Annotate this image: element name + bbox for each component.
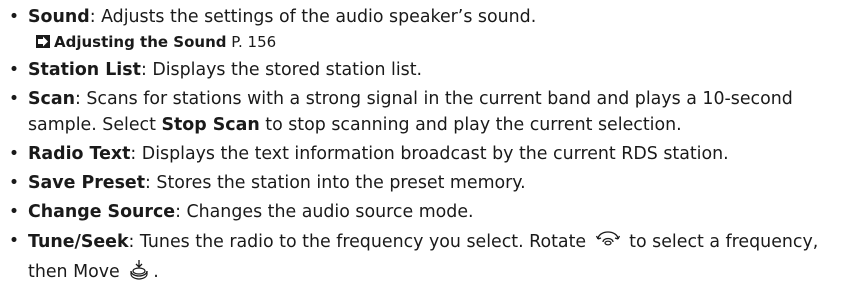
desc-radio-text: : Displays the text information broadcas… [130,144,729,164]
cross-reference[interactable]: Adjusting the Sound P. 156 [36,30,856,54]
bullet: • [8,231,20,251]
stop-scan-label: Stop Scan [161,115,260,135]
term-save-preset: Save Preset [28,173,146,193]
bullet: • [8,202,20,222]
desc-tune-seek-part1: : Tunes the radio to the frequency you s… [128,232,592,252]
desc-station-list: : Displays the stored station list. [140,60,423,80]
feature-list: • Sound: Adjusts the settings of the aud… [0,4,862,291]
bullet: • [8,89,20,109]
move-down-icon [128,258,150,288]
list-item-tune-seek: • Tune/Seek: Tunes the radio to the freq… [0,228,862,288]
rotate-knob-icon [595,228,621,258]
list-item-scan: • Scan: Scans for stations with a strong… [0,86,862,138]
list-item-save-preset: • Save Preset: Stores the station into t… [0,170,862,196]
desc-change-source: : Changes the audio source mode. [175,202,474,222]
term-change-source: Change Source [28,202,176,222]
desc-sound: : Adjusts the settings of the audio spea… [89,7,537,27]
bullet: • [8,173,20,193]
reference-title[interactable]: Adjusting the Sound [54,33,227,51]
term-scan: Scan [28,89,75,109]
bullet: • [8,60,20,80]
list-item-change-source: • Change Source: Changes the audio sourc… [0,199,862,225]
desc-save-preset: : Stores the station into the preset mem… [145,173,526,193]
term-station-list: Station List [28,60,141,80]
bullet: • [8,144,20,164]
list-item-station-list: • Station List: Displays the stored stat… [0,57,862,83]
list-item-sound: • Sound: Adjusts the settings of the aud… [0,4,862,54]
list-item-radio-text: • Radio Text: Displays the text informat… [0,141,862,167]
term-radio-text: Radio Text [28,144,131,164]
reference-page: P. 156 [231,33,277,51]
reference-arrow-icon [36,35,50,48]
term-tune-seek: Tune/Seek [28,232,129,252]
desc-scan-part2: to stop scanning and play the current se… [259,115,682,135]
document-page: • Sound: Adjusts the settings of the aud… [0,0,862,304]
desc-tune-seek-part3: . [153,262,159,282]
bullet: • [8,7,20,27]
term-sound: Sound [28,7,90,27]
